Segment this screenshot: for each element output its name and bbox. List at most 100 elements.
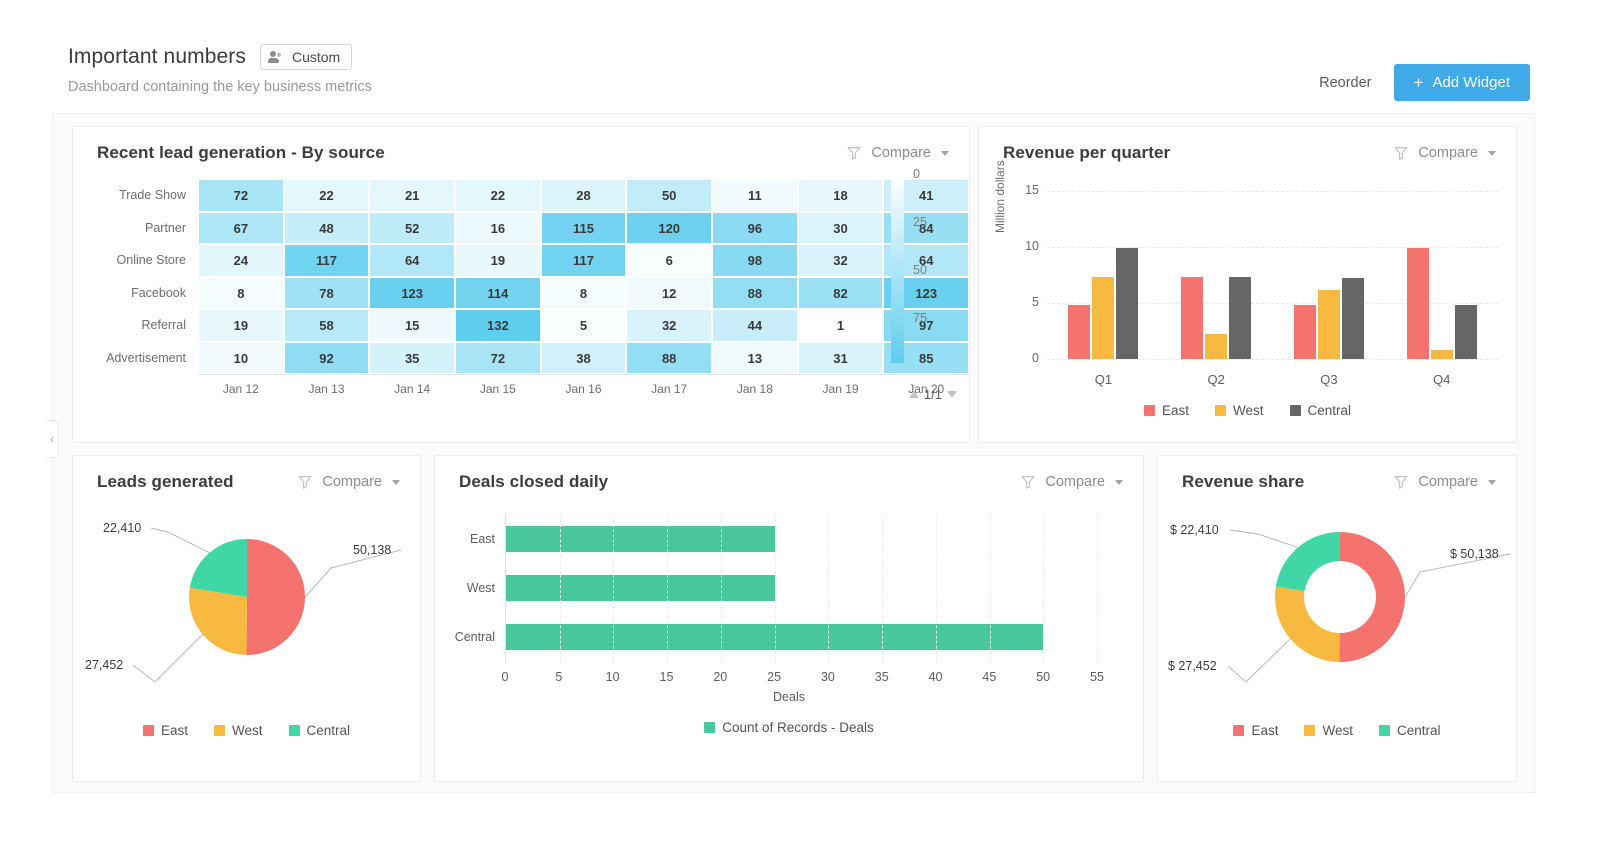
heatmap-cell[interactable]: 58	[283, 309, 370, 342]
heatmap-cell[interactable]: 15	[369, 309, 456, 342]
chevron-down-icon[interactable]	[941, 150, 949, 156]
bar[interactable]	[1205, 334, 1228, 359]
pie-slice[interactable]	[246, 539, 306, 655]
legend-item[interactable]: East	[1143, 403, 1189, 418]
heatmap-cell[interactable]: 48	[283, 211, 370, 244]
page-up-icon[interactable]	[908, 391, 919, 398]
compare-label[interactable]: Compare	[1418, 145, 1478, 161]
legend-item[interactable]: West	[213, 723, 263, 738]
bar[interactable]	[1454, 305, 1477, 359]
heatmap-cell[interactable]: 67	[198, 211, 284, 244]
heatmap-cell[interactable]: 82	[797, 276, 884, 309]
legend-item[interactable]: Central	[1289, 403, 1351, 418]
heatmap-cell[interactable]: 31	[797, 341, 884, 374]
heatmap-cell[interactable]: 22	[455, 179, 541, 212]
bar[interactable]	[1430, 350, 1453, 359]
legend-item[interactable]: Central	[1379, 723, 1441, 738]
heatmap-cell[interactable]: 10	[198, 341, 284, 374]
heatmap-cell[interactable]: 11	[712, 179, 798, 212]
funnel-icon[interactable]	[1394, 146, 1409, 160]
bar[interactable]	[506, 574, 775, 601]
heatmap-cell[interactable]: 16	[455, 211, 541, 244]
heatmap-cell[interactable]: 50	[626, 179, 713, 212]
add-widget-button[interactable]: + Add Widget	[1393, 64, 1530, 101]
bar[interactable]	[1116, 248, 1139, 359]
bar[interactable]	[1068, 305, 1091, 359]
compare-label[interactable]: Compare	[1045, 474, 1105, 490]
compare-label[interactable]: Compare	[322, 474, 382, 490]
heatmap-cell[interactable]: 22	[283, 179, 370, 212]
heatmap-cell[interactable]: 8	[198, 276, 284, 309]
pie-slice[interactable]	[189, 587, 247, 655]
heatmap-cell[interactable]: 114	[455, 276, 541, 309]
heatmap-cell[interactable]: 72	[198, 179, 284, 212]
heatmap-cell[interactable]: 88	[712, 276, 798, 309]
reorder-button[interactable]: Reorder	[1315, 69, 1375, 97]
funnel-icon[interactable]	[1394, 475, 1409, 489]
heatmap-cell[interactable]: 72	[455, 341, 541, 374]
heatmap-cell[interactable]: 12	[626, 276, 713, 309]
heatmap-cell[interactable]: 1	[797, 309, 884, 342]
legend-item[interactable]: Count of Records - Deals	[704, 720, 874, 735]
heatmap-cell[interactable]: 19	[198, 309, 284, 342]
bar[interactable]	[1341, 278, 1364, 359]
funnel-icon[interactable]	[298, 475, 313, 489]
heatmap-cell[interactable]: 21	[369, 179, 456, 212]
donut-slice[interactable]	[1275, 586, 1340, 662]
heatmap-cell[interactable]: 13	[712, 341, 798, 374]
chevron-down-icon[interactable]	[1115, 479, 1123, 485]
custom-badge[interactable]: Custom	[259, 44, 353, 70]
heatmap-cell[interactable]: 18	[797, 179, 884, 212]
heatmap-cell[interactable]: 52	[369, 211, 456, 244]
x-tick: 45	[982, 670, 997, 684]
compare-label[interactable]: Compare	[871, 145, 931, 161]
sidebar-collapse-handle[interactable]: ‹	[46, 420, 59, 458]
bar[interactable]	[506, 525, 775, 552]
heatmap-cell[interactable]: 19	[455, 244, 541, 277]
donut-slice[interactable]	[1339, 532, 1405, 662]
legend-item[interactable]: West	[1214, 403, 1264, 418]
heatmap-cell[interactable]: 132	[455, 309, 541, 342]
heatmap-cell[interactable]: 38	[540, 341, 627, 374]
heatmap-cell[interactable]: 92	[283, 341, 370, 374]
heatmap-cell[interactable]: 6	[626, 244, 713, 277]
chevron-down-icon[interactable]	[1488, 479, 1496, 485]
heatmap-cell[interactable]: 88	[626, 341, 713, 374]
bar[interactable]	[1317, 289, 1340, 359]
bar[interactable]	[1229, 277, 1252, 359]
heatmap-cell[interactable]: 5	[540, 309, 627, 342]
heatmap-cell[interactable]: 35	[369, 341, 456, 374]
legend-item[interactable]: Central	[288, 723, 350, 738]
heatmap-cell[interactable]: 32	[797, 244, 884, 277]
heatmap-cell[interactable]: 98	[712, 244, 798, 277]
heatmap-cell[interactable]: 32	[626, 309, 713, 342]
heatmap-cell[interactable]: 78	[283, 276, 370, 309]
funnel-icon[interactable]	[847, 146, 862, 160]
bar[interactable]	[1406, 248, 1429, 359]
heatmap-cell[interactable]: 120	[626, 211, 713, 244]
donut-slice[interactable]	[1275, 532, 1340, 592]
heatmap-cell[interactable]: 96	[712, 211, 798, 244]
page-down-icon[interactable]	[947, 391, 957, 398]
heatmap-cell[interactable]: 28	[540, 179, 627, 212]
legend-item[interactable]: East	[1233, 723, 1278, 738]
heatmap-cell[interactable]: 24	[198, 244, 284, 277]
heatmap-cell[interactable]: 8	[540, 276, 627, 309]
chevron-down-icon[interactable]	[392, 479, 400, 485]
heatmap-cell[interactable]: 123	[369, 276, 456, 309]
bar[interactable]	[1181, 277, 1204, 359]
legend-item[interactable]: East	[142, 723, 188, 738]
legend-item[interactable]: West	[1304, 723, 1353, 738]
heatmap-cell[interactable]: 64	[369, 244, 456, 277]
compare-label[interactable]: Compare	[1418, 474, 1478, 490]
heatmap-cell[interactable]: 30	[797, 211, 884, 244]
heatmap-cell[interactable]: 115	[540, 211, 627, 244]
heatmap-cell[interactable]: 117	[540, 244, 627, 277]
heatmap-cell[interactable]: 117	[283, 244, 370, 277]
funnel-icon[interactable]	[1021, 475, 1036, 489]
bar[interactable]	[1293, 305, 1316, 359]
chevron-down-icon[interactable]	[1488, 150, 1496, 156]
add-widget-label: Add Widget	[1432, 74, 1510, 91]
heatmap-cell[interactable]: 44	[712, 309, 798, 342]
bar[interactable]	[1092, 277, 1115, 359]
